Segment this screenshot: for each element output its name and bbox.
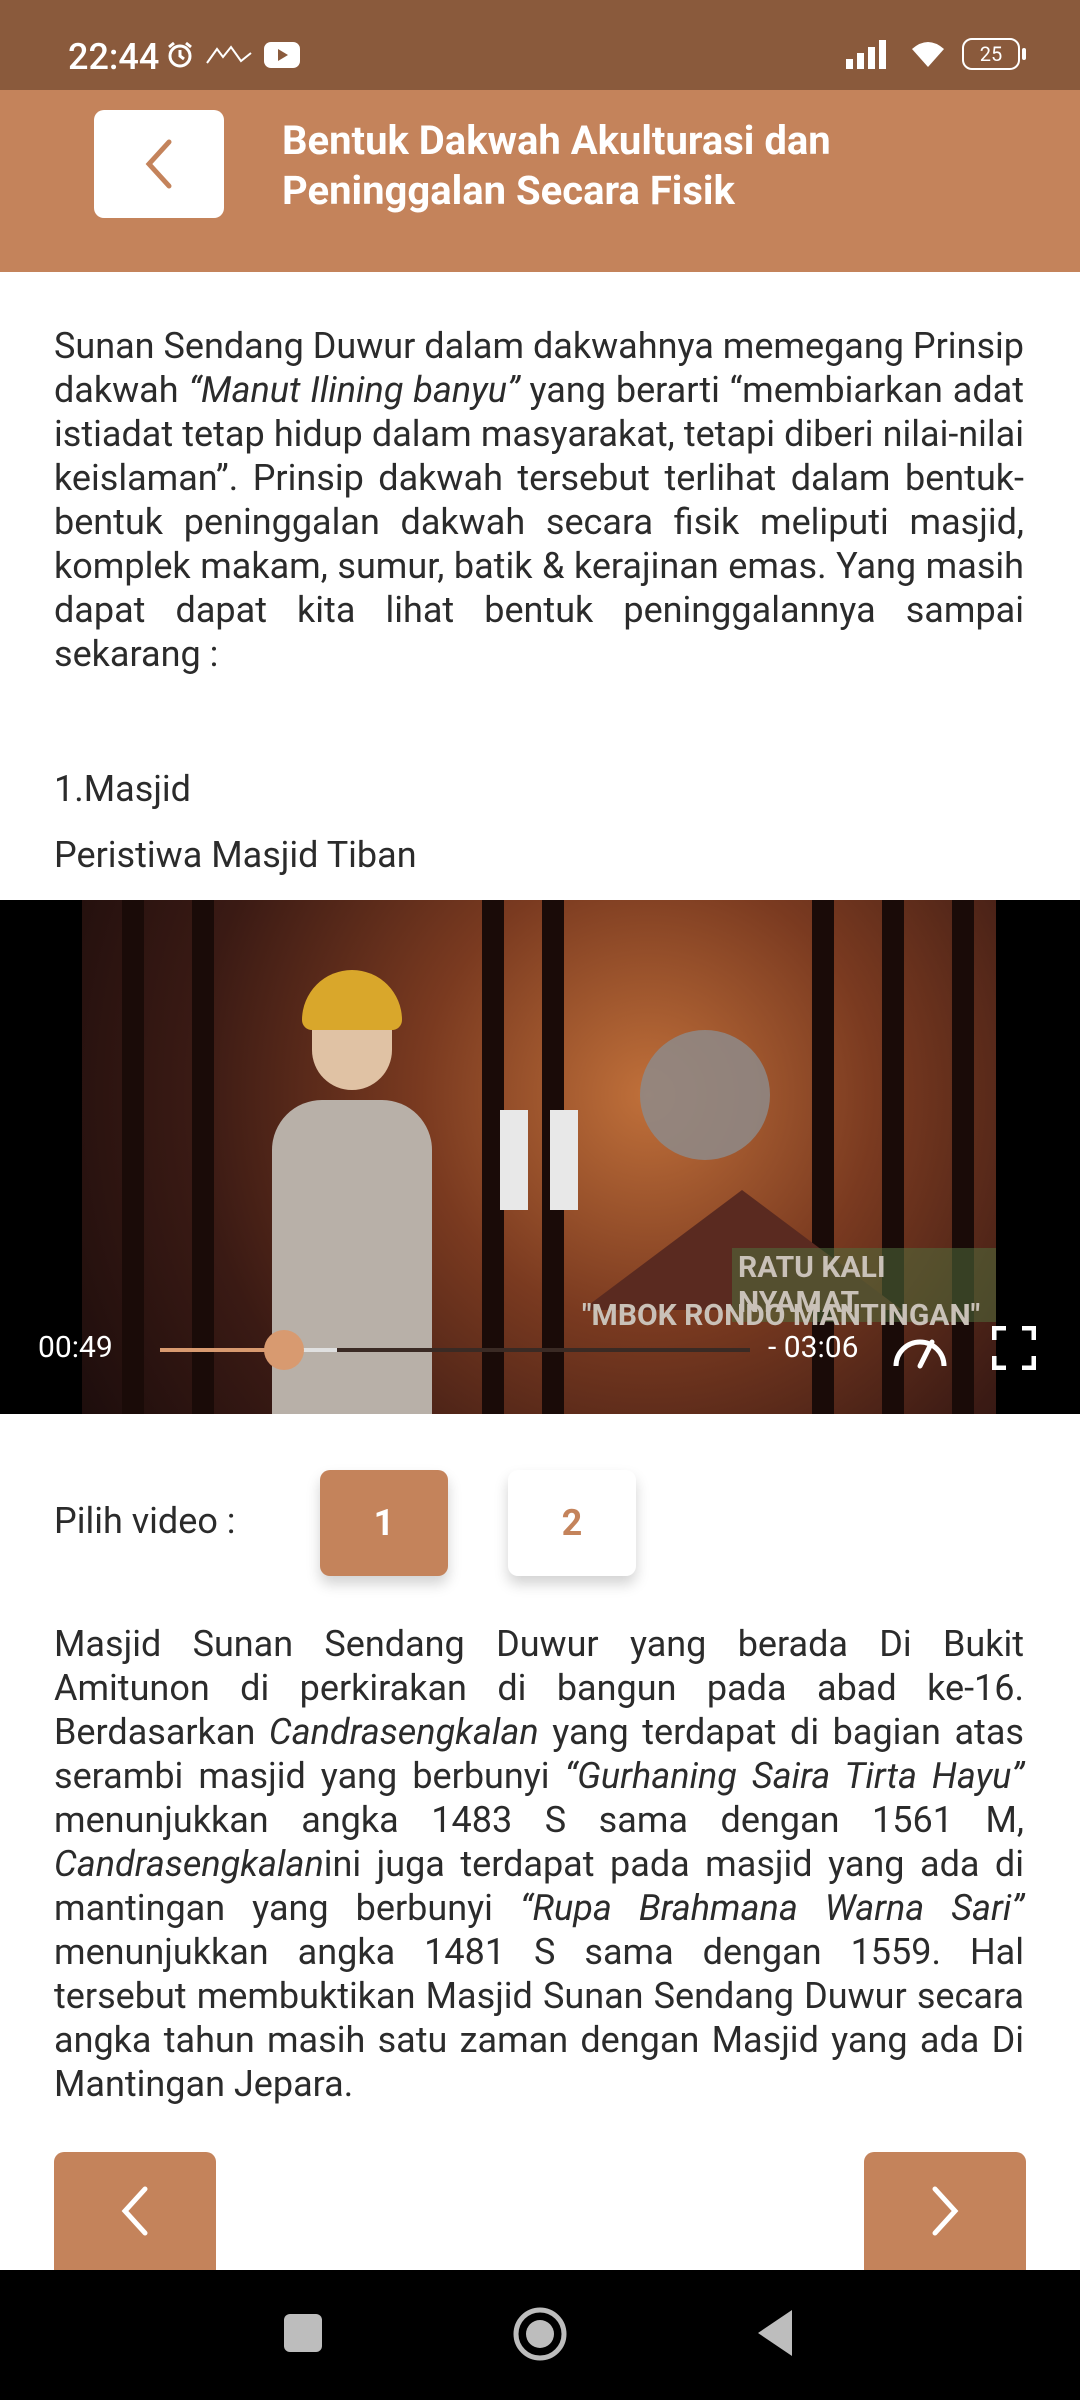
- home-button[interactable]: [512, 2306, 568, 2362]
- masjid-paragraph: Masjid Sunan Sendang Duwur yang berada D…: [54, 1622, 1024, 2106]
- previous-page-button[interactable]: [54, 2152, 216, 2270]
- next-page-button[interactable]: [864, 2152, 1026, 2270]
- app-notification-icon: [206, 45, 252, 64]
- masjid-italic-3: Candrasengkalan: [54, 1843, 324, 1885]
- video-seek-thumb[interactable]: [263, 1330, 304, 1370]
- chevron-left-icon: [121, 2186, 148, 2236]
- video-remaining-time: - 03:06: [768, 1330, 859, 1365]
- video-option-2-button[interactable]: 2: [508, 1470, 636, 1576]
- video-picker-label: Pilih video :: [54, 1500, 236, 1542]
- battery-icon: 25: [962, 38, 1026, 70]
- intro-paragraph: Sunan Sendang Duwur dalam dakwahnya meme…: [54, 324, 1024, 676]
- video-title: Peristiwa Masjid Tiban: [54, 834, 417, 876]
- recent-apps-button[interactable]: [284, 2314, 322, 2352]
- masjid-text-3: menunjukkan angka 1483 S sama dengan 156…: [54, 1799, 1024, 1841]
- video-seek-bar[interactable]: [160, 1330, 750, 1370]
- video-player[interactable]: RATU KALI NYAMAT "MBOK RONDO MANTINGAN" …: [0, 900, 1080, 1414]
- tree: [122, 900, 144, 1414]
- masjid-italic-2: “Gurhaning Saira Tirta Hayu”: [564, 1755, 1024, 1797]
- intro-italic-principle: “Manut Ilining banyu”: [188, 369, 520, 411]
- tree: [952, 900, 974, 1414]
- tree: [192, 900, 214, 1414]
- video-elapsed-time: 00:49: [38, 1330, 113, 1365]
- video-option-1-button[interactable]: 1: [320, 1470, 448, 1576]
- back-button[interactable]: [94, 110, 224, 218]
- section-heading: 1.Masjid: [54, 768, 191, 810]
- signal-icon: [846, 40, 886, 69]
- masjid-italic-4: “Rupa Brahmana Warna Sari”: [519, 1887, 1024, 1929]
- app-header: Bentuk Dakwah Akulturasi dan Peninggalan…: [0, 90, 1080, 272]
- pause-bar-left: [500, 1110, 528, 1210]
- system-back-button[interactable]: [756, 2308, 796, 2358]
- status-bar: 22:44 25: [0, 0, 1080, 90]
- status-notification-icons: [165, 40, 301, 70]
- chevron-right-icon: [932, 2186, 959, 2236]
- youtube-icon: [264, 42, 300, 68]
- alarm-icon: [168, 41, 192, 68]
- chevron-left-icon: [145, 139, 172, 189]
- sun: [640, 1030, 770, 1160]
- page-title-line-1: Bentuk Dakwah Akulturasi dan: [282, 117, 831, 164]
- page-title: Bentuk Dakwah Akulturasi dan Peninggalan…: [282, 116, 982, 216]
- system-navigation-bar: [0, 2270, 1080, 2400]
- status-time: 22:44: [68, 36, 160, 78]
- playback-speed-icon[interactable]: [890, 1324, 950, 1374]
- masjid-text-5: menunjukkan angka 1481 S sama dengan 155…: [54, 1931, 1024, 2105]
- status-system-icons: 25: [846, 38, 1026, 70]
- battery-level: 25: [979, 42, 1003, 66]
- pause-bar-right: [550, 1110, 578, 1210]
- wifi-icon: [912, 42, 944, 67]
- pause-button[interactable]: [500, 1110, 580, 1210]
- fullscreen-icon[interactable]: [992, 1326, 1036, 1370]
- page-title-line-2: Peninggalan Secara Fisik: [282, 167, 735, 214]
- intro-text-2: yang berarti “membiarkan adat istiadat t…: [54, 369, 1025, 675]
- masjid-italic-1: Candrasengkalan: [268, 1711, 539, 1753]
